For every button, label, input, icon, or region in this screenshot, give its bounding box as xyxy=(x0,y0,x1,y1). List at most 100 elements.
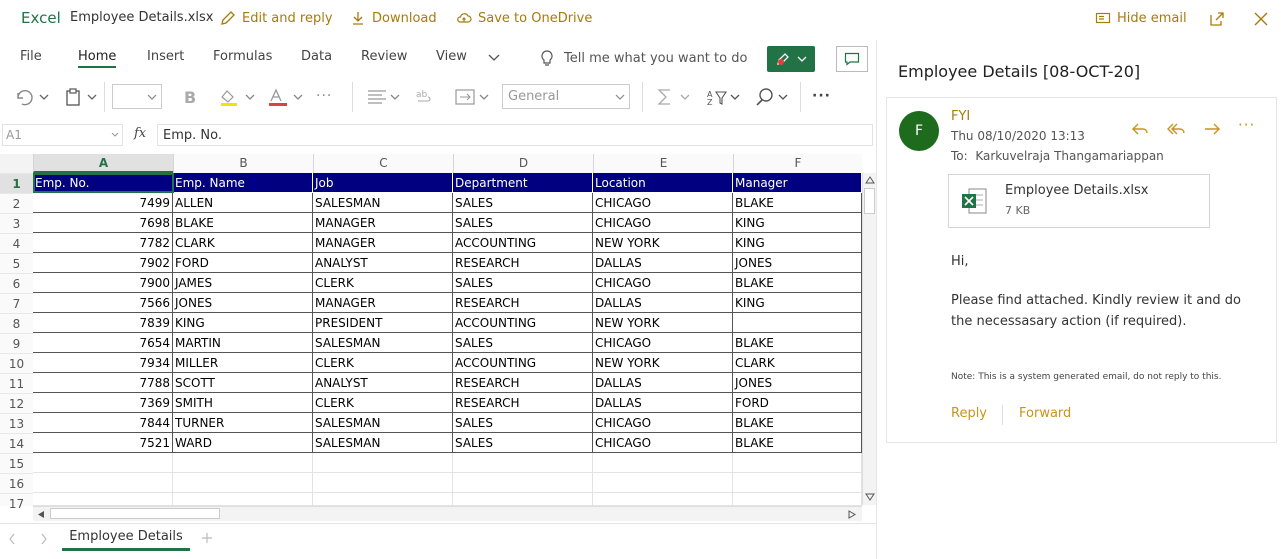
table-cell[interactable]: 7499 xyxy=(33,193,173,213)
font-size-dropdown[interactable] xyxy=(112,84,162,109)
header-cell[interactable]: Location xyxy=(593,173,733,193)
table-cell[interactable]: DALLAS xyxy=(593,253,733,273)
edit-reply-button[interactable]: Edit and reply xyxy=(220,10,333,26)
table-cell[interactable]: DALLAS xyxy=(593,393,733,413)
row-header-6[interactable]: 6 xyxy=(0,273,33,293)
table-cell[interactable]: BLAKE xyxy=(733,273,862,293)
save-onedrive-button[interactable]: Save to OneDrive xyxy=(456,10,592,26)
tab-home[interactable]: Home xyxy=(78,49,116,64)
table-cell[interactable]: ANALYST xyxy=(313,253,453,273)
table-cell[interactable]: ALLEN xyxy=(173,193,313,213)
tell-me-search[interactable]: Tell me what you want to do xyxy=(540,49,747,67)
table-cell[interactable]: SALESMAN xyxy=(313,413,453,433)
table-cell[interactable]: SALESMAN xyxy=(313,333,453,353)
undo-icon[interactable] xyxy=(14,87,50,107)
row-header-5[interactable]: 5 xyxy=(0,253,33,273)
row-header-15[interactable]: 15 xyxy=(0,453,33,473)
table-cell[interactable]: KING xyxy=(733,213,862,233)
table-cell[interactable]: CHICAGO xyxy=(593,433,733,453)
download-button[interactable]: Download xyxy=(350,10,437,26)
reply-button[interactable]: Reply xyxy=(951,406,987,421)
column-header-d[interactable]: D xyxy=(453,154,593,173)
tab-view[interactable]: View xyxy=(436,49,467,64)
table-cell[interactable]: DALLAS xyxy=(593,373,733,393)
table-cell[interactable]: CLERK xyxy=(313,353,453,373)
table-cell[interactable] xyxy=(173,453,313,473)
pop-out-icon[interactable] xyxy=(1208,10,1226,28)
table-cell[interactable]: MANAGER xyxy=(313,213,453,233)
tab-insert[interactable]: Insert xyxy=(147,49,184,64)
table-cell[interactable]: NEW YORK xyxy=(593,313,733,333)
table-cell[interactable]: 7902 xyxy=(33,253,173,273)
app-name[interactable]: Excel xyxy=(21,9,61,27)
sheet-tab-employee-details[interactable]: Employee Details xyxy=(62,523,190,551)
wrap-text-icon[interactable]: ab xyxy=(414,87,436,107)
row-header-7[interactable]: 7 xyxy=(0,293,33,313)
reply-all-icon[interactable] xyxy=(1166,119,1186,139)
table-cell[interactable]: DALLAS xyxy=(593,293,733,313)
forward-icon[interactable] xyxy=(1202,119,1222,139)
table-cell[interactable] xyxy=(733,313,862,333)
table-cell[interactable] xyxy=(313,473,453,493)
table-cell[interactable] xyxy=(593,493,733,506)
table-cell[interactable]: PRESIDENT xyxy=(313,313,453,333)
table-cell[interactable]: SCOTT xyxy=(173,373,313,393)
table-cell[interactable]: CHICAGO xyxy=(593,333,733,353)
table-cell[interactable] xyxy=(173,493,313,506)
prev-sheet-icon[interactable] xyxy=(8,533,16,545)
column-header-c[interactable]: C xyxy=(313,154,453,173)
table-cell[interactable]: JONES xyxy=(733,253,862,273)
name-box[interactable]: A1 xyxy=(2,124,123,146)
table-cell[interactable]: NEW YORK xyxy=(593,353,733,373)
row-header-13[interactable]: 13 xyxy=(0,413,33,433)
table-cell[interactable]: SALESMAN xyxy=(313,193,453,213)
header-cell[interactable]: Department xyxy=(453,173,593,193)
table-cell[interactable]: 7698 xyxy=(33,213,173,233)
table-cell[interactable]: CLERK xyxy=(313,273,453,293)
close-icon[interactable] xyxy=(1252,10,1270,28)
tab-data[interactable]: Data xyxy=(301,49,332,64)
chevron-down-icon[interactable] xyxy=(488,53,500,63)
table-cell[interactable]: CHICAGO xyxy=(593,193,733,213)
table-cell[interactable]: 7900 xyxy=(33,273,173,293)
reply-icon[interactable] xyxy=(1130,119,1150,139)
table-cell[interactable]: MARTIN xyxy=(173,333,313,353)
select-all-corner[interactable] xyxy=(0,154,33,173)
row-header-3[interactable]: 3 xyxy=(0,213,33,233)
table-cell[interactable]: ACCOUNTING xyxy=(453,233,593,253)
table-cell[interactable]: BLAKE xyxy=(733,333,862,353)
autosum-icon[interactable] xyxy=(656,87,692,107)
row-header-8[interactable]: 8 xyxy=(0,313,33,333)
table-cell[interactable]: JAMES xyxy=(173,273,313,293)
table-cell[interactable]: 7782 xyxy=(33,233,173,253)
sort-filter-icon[interactable]: AZ xyxy=(706,87,742,107)
row-header-2[interactable]: 2 xyxy=(0,193,33,213)
row-header-11[interactable]: 11 xyxy=(0,373,33,393)
table-cell[interactable]: MANAGER xyxy=(313,293,453,313)
table-cell[interactable]: ANALYST xyxy=(313,373,453,393)
more-font-options-icon[interactable]: ··· xyxy=(316,86,332,106)
hide-email-button[interactable]: Hide email xyxy=(1095,10,1187,26)
table-cell[interactable] xyxy=(453,473,593,493)
table-cell[interactable]: CLERK xyxy=(313,393,453,413)
row-header-10[interactable]: 10 xyxy=(0,353,33,373)
table-cell[interactable]: BLAKE xyxy=(733,193,862,213)
more-options-icon[interactable]: ··· xyxy=(812,86,831,106)
table-cell[interactable]: NEW YORK xyxy=(593,233,733,253)
table-cell[interactable]: RESEARCH xyxy=(453,253,593,273)
bold-icon[interactable]: B xyxy=(184,87,196,107)
table-cell[interactable] xyxy=(33,473,173,493)
header-cell[interactable]: Emp. Name xyxy=(173,173,313,193)
scroll-left-icon[interactable] xyxy=(37,510,45,519)
table-cell[interactable]: SMITH xyxy=(173,393,313,413)
row-header-16[interactable]: 16 xyxy=(0,473,33,493)
table-cell[interactable]: CHICAGO xyxy=(593,413,733,433)
table-cell[interactable] xyxy=(453,493,593,506)
table-cell[interactable]: 7654 xyxy=(33,333,173,353)
fill-color-icon[interactable] xyxy=(218,87,256,107)
table-cell[interactable]: 7521 xyxy=(33,433,173,453)
paste-icon[interactable] xyxy=(64,87,100,107)
table-cell[interactable]: CHICAGO xyxy=(593,213,733,233)
table-cell[interactable]: SALES xyxy=(453,433,593,453)
table-cell[interactable]: FORD xyxy=(173,253,313,273)
